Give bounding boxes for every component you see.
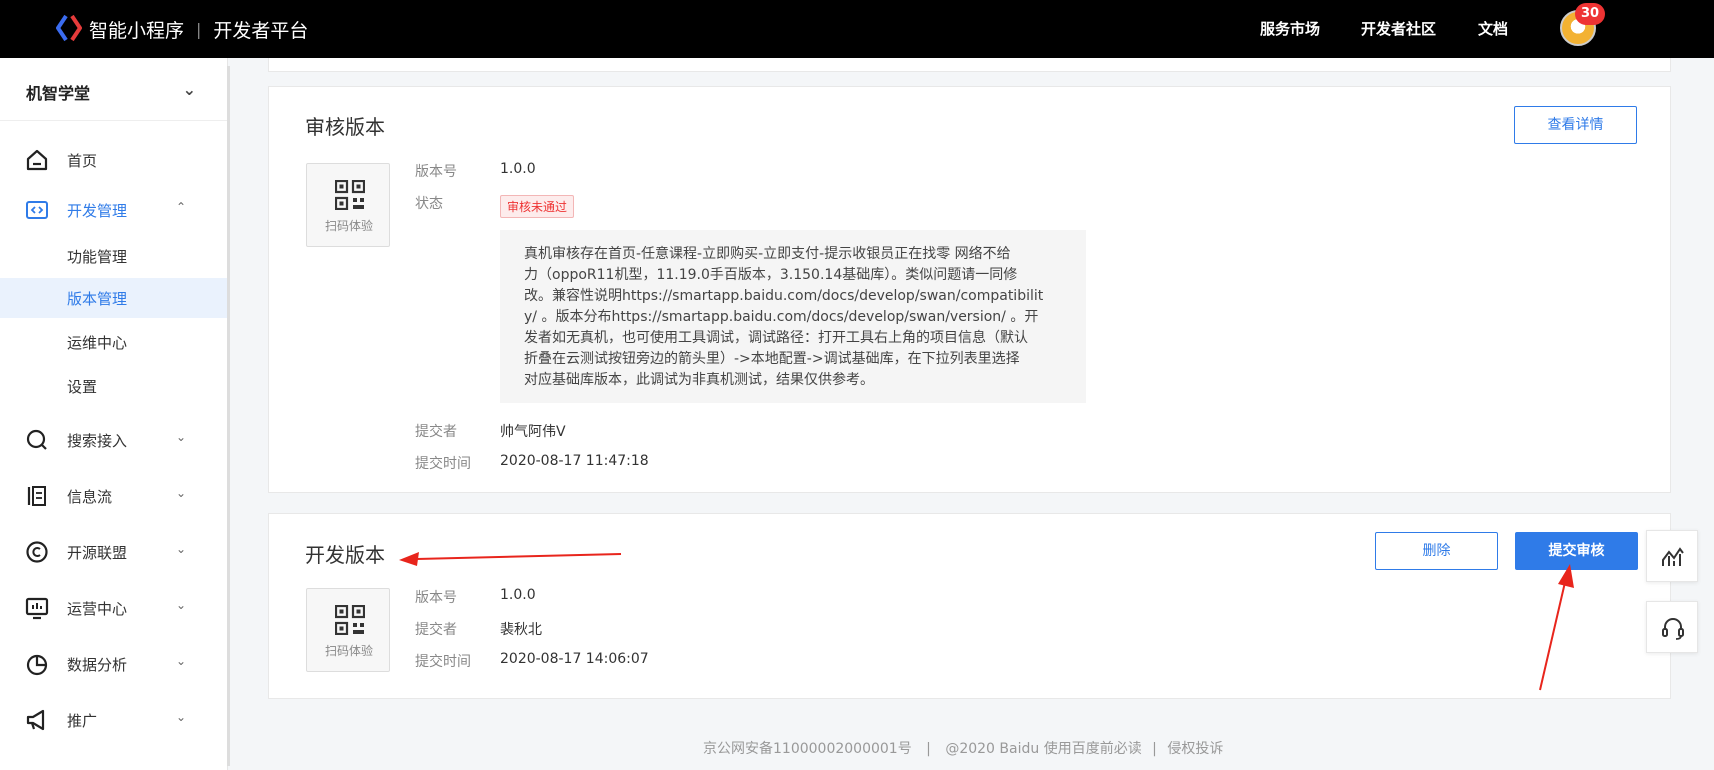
reason-line: 力（oppoR11机型，11.19.0手百版本，3.150.14基础库）。类似问… [524, 267, 1018, 283]
nav-docs[interactable]: 文档 [1478, 18, 1508, 39]
sidebar-item-home[interactable]: 首页 [0, 138, 228, 182]
version-value: 1.0.0 [500, 587, 536, 603]
sidebar-item-label: 搜索接入 [67, 432, 128, 450]
sidebar-item-operation-center[interactable]: 运营中心 ⌄ [0, 586, 228, 630]
sidebar-item-data-analysis[interactable]: 数据分析 ⌄ [0, 642, 228, 686]
sidebar-item-label: 运营中心 [67, 600, 128, 618]
nav-developer-community[interactable]: 开发者社区 [1361, 18, 1436, 39]
divider [0, 120, 228, 121]
version-label: 版本号 [415, 164, 457, 180]
footer-report-link[interactable]: 侵权投诉 [1167, 741, 1223, 757]
sidebar-item-label: 开源联盟 [67, 544, 128, 562]
sidebar-item-label: 推广 [67, 712, 98, 730]
version-label: 版本号 [415, 590, 457, 606]
chevron-down-icon: ⌄ [176, 486, 187, 500]
qr-label: 扫码体验 [324, 644, 373, 658]
sidebar-item-open-source[interactable]: 开源联盟 ⌄ [0, 530, 228, 574]
reason-line: 折叠在云测试按钮旁边的箭头里）->本地配置->调试基础库，在下拉列表里选择 [524, 351, 1020, 367]
qr-code-icon [335, 605, 365, 635]
search-icon [26, 429, 47, 450]
reason-line: 对应基础库版本，此调试为非真机测试，结果仅供参考。 [524, 372, 874, 388]
card-above [268, 58, 1671, 72]
brand-logo-icon[interactable] [56, 14, 82, 42]
submitter-value: 帅气阿伟V [500, 424, 566, 440]
qr-label: 扫码体验 [324, 219, 373, 233]
megaphone-icon [26, 709, 45, 731]
version-value: 1.0.0 [500, 161, 536, 177]
pie-chart-icon [26, 654, 48, 676]
feed-icon [27, 486, 46, 506]
card-title: 开发版本 [305, 543, 385, 567]
app-name: 机智学堂 [26, 84, 91, 103]
monitor-icon [25, 597, 49, 620]
sidebar-item-label: 信息流 [67, 488, 113, 506]
sidebar-item-search-access[interactable]: 搜索接入 ⌄ [0, 418, 228, 462]
view-details-button[interactable]: 查看详情 [1514, 106, 1637, 144]
headset-icon [1662, 618, 1684, 640]
brand-divider: | [196, 20, 202, 39]
copyright-icon [26, 541, 48, 563]
reason-line: 真机审核存在首页-任意课程-立即购买-立即支付-提示收银员正在找零 网络不给 [524, 246, 1011, 262]
status-badge: 审核未通过 [500, 195, 575, 218]
chevron-down-icon: ⌄ [176, 598, 187, 612]
brand-name: 智能小程序 [89, 20, 185, 42]
submit-time-value: 2020-08-17 14:06:07 [500, 651, 649, 667]
sidebar: 机智学堂 ⌄ 首页 开发管理 ⌃ 功能管理 版本管理 运维中心 设置 搜索接入 … [0, 58, 228, 770]
annotation-arrow-left [399, 552, 622, 566]
footer-divider: | [1152, 741, 1157, 757]
chevron-up-icon: ⌃ [176, 200, 187, 214]
submit-time-label: 提交时间 [415, 654, 471, 670]
submit-time-value: 2020-08-17 11:47:18 [500, 453, 649, 469]
submitter-label: 提交者 [415, 424, 457, 440]
submitter-label: 提交者 [415, 622, 457, 638]
line-chart-icon [1662, 547, 1684, 566]
rejection-reason: 真机审核存在首页-任意课程-立即购买-立即支付-提示收银员正在找零 网络不给 力… [500, 230, 1086, 403]
delete-button[interactable]: 删除 [1375, 532, 1498, 570]
chevron-down-icon: ⌄ [176, 654, 187, 668]
chevron-down-icon: ⌄ [176, 710, 187, 724]
qr-code-preview[interactable]: 扫码体验 [306, 163, 390, 247]
notification-badge[interactable]: 30 [1575, 3, 1606, 25]
footer-copyright-link[interactable]: @2020 Baidu 使用百度前必读 [945, 741, 1141, 757]
home-icon [26, 149, 48, 171]
qr-code-preview[interactable]: 扫码体验 [306, 588, 390, 672]
submitter-value: 裴秋北 [500, 622, 542, 638]
chevron-down-icon: ⌄ [176, 430, 187, 444]
sidebar-subitem-feature-management[interactable]: 功能管理 [0, 236, 228, 276]
sidebar-item-label: 数据分析 [67, 656, 128, 674]
nav-service-market[interactable]: 服务市场 [1260, 18, 1320, 39]
reason-line: y/ 。版本分布https://smartapp.baidu.com/docs/… [524, 309, 1039, 325]
sidebar-item-feed[interactable]: 信息流 ⌄ [0, 474, 228, 518]
chevron-down-icon: ⌄ [176, 542, 187, 556]
reason-line: 发者如无真机，也可使用工具调试，调试路径：打开工具右上角的项目信息（默认 [524, 330, 1028, 346]
app-selector[interactable]: 机智学堂 ⌄ [26, 80, 196, 104]
submit-time-label: 提交时间 [415, 456, 471, 472]
sidebar-item-label: 开发管理 [67, 202, 128, 220]
card-title: 审核版本 [305, 115, 385, 139]
sidebar-subitem-settings[interactable]: 设置 [0, 366, 228, 406]
sidebar-item-dev-management[interactable]: 开发管理 ⌃ [0, 188, 228, 232]
footer-icp-link[interactable]: 京公网安备11000002000001号 [703, 741, 912, 757]
sidebar-item-label: 首页 [67, 152, 98, 170]
reason-line: 改。兼容性说明https://smartapp.baidu.com/docs/d… [524, 288, 1044, 304]
sidebar-scrollbar[interactable] [227, 66, 230, 766]
chevron-down-icon: ⌄ [182, 80, 196, 99]
footer: 京公网安备11000002000001号 | @2020 Baidu 使用百度前… [703, 738, 1223, 758]
qr-code-icon [335, 180, 365, 210]
code-icon [26, 201, 48, 219]
review-version-card: 审核版本 查看详情 扫码体验 版本号 1.0.0 状态 审核未通过 真机审核存在… [268, 86, 1671, 493]
status-label: 状态 [415, 196, 443, 212]
brand[interactable]: 智能小程序 | 开发者平台 [89, 16, 308, 43]
float-stats-button[interactable] [1646, 530, 1698, 582]
platform-name: 开发者平台 [213, 20, 309, 42]
top-bar: 智能小程序 | 开发者平台 服务市场 开发者社区 文档 30 [0, 0, 1714, 58]
float-support-button[interactable] [1646, 601, 1698, 653]
sidebar-subitem-version-management[interactable]: 版本管理 [0, 278, 228, 318]
sidebar-subitem-ops-center[interactable]: 运维中心 [0, 322, 228, 362]
sidebar-item-promotion[interactable]: 推广 ⌄ [0, 698, 228, 742]
annotation-arrow-up [1539, 564, 1574, 691]
footer-divider: | [926, 741, 931, 757]
